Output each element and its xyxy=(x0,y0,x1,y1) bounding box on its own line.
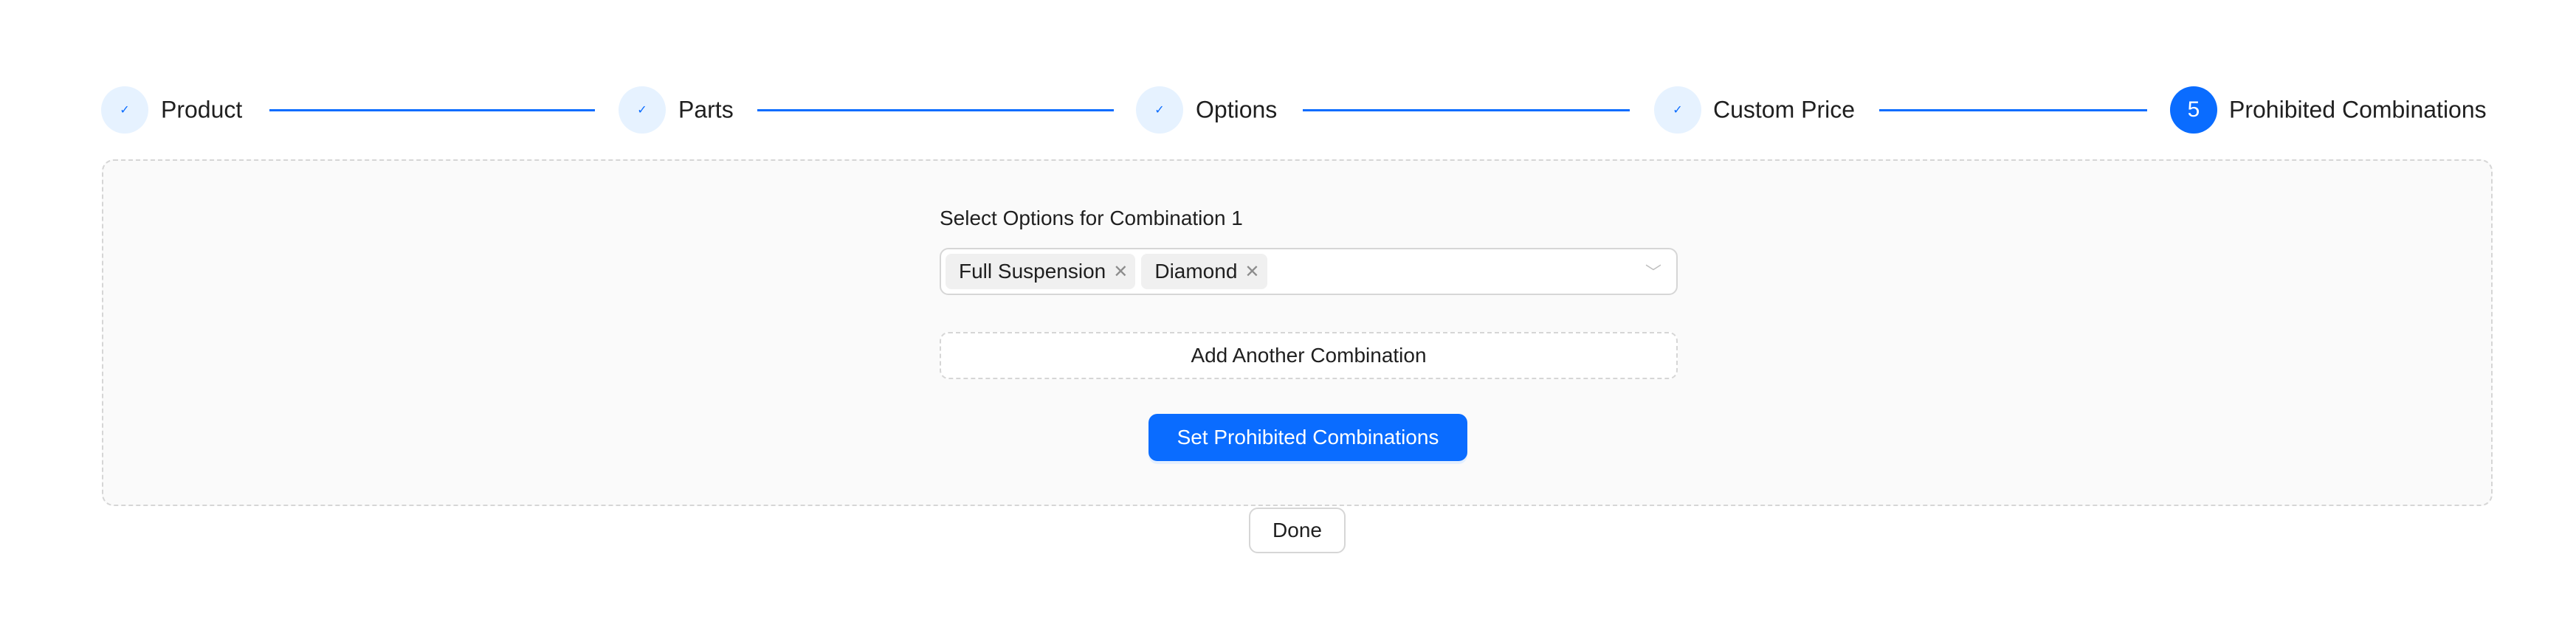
step-connector xyxy=(269,109,595,111)
step-custom-price-check-icon: ✓ xyxy=(1654,86,1701,134)
tag-label: Diamond xyxy=(1154,260,1238,283)
step-connector xyxy=(1303,109,1630,111)
close-icon[interactable]: ✕ xyxy=(1244,261,1259,283)
close-icon[interactable]: ✕ xyxy=(1113,261,1128,283)
chevron-down-icon[interactable]: ﹀ xyxy=(1645,260,1661,283)
step-product-label[interactable]: Product xyxy=(161,97,242,124)
step-connector xyxy=(757,109,1114,111)
add-combination-button[interactable]: Add Another Combination xyxy=(940,332,1678,379)
step-custom-price-label[interactable]: Custom Price xyxy=(1713,97,1855,124)
combination-field-label: Select Options for Combination 1 xyxy=(940,207,1243,229)
step-connector xyxy=(1879,109,2147,111)
selected-tag: Diamond ✕ xyxy=(1141,254,1267,289)
selected-tag: Full Suspension ✕ xyxy=(946,254,1136,289)
step-options-check-icon: ✓ xyxy=(1136,86,1183,134)
step-prohibited-label[interactable]: Prohibited Combinations xyxy=(2229,97,2487,124)
step-product-check-icon: ✓ xyxy=(101,86,148,134)
step-prohibited-number: 5 xyxy=(2170,86,2217,134)
step-parts-label[interactable]: Parts xyxy=(678,97,734,124)
done-button[interactable]: Done xyxy=(1249,508,1346,553)
step-parts-check-icon: ✓ xyxy=(619,86,666,134)
combination-options-select[interactable]: Full Suspension ✕ Diamond ✕ ﹀ xyxy=(940,248,1678,295)
set-prohibited-combinations-button[interactable]: Set Prohibited Combinations xyxy=(1148,414,1467,461)
tag-label: Full Suspension xyxy=(959,260,1106,283)
step-options-label[interactable]: Options xyxy=(1196,97,1277,124)
